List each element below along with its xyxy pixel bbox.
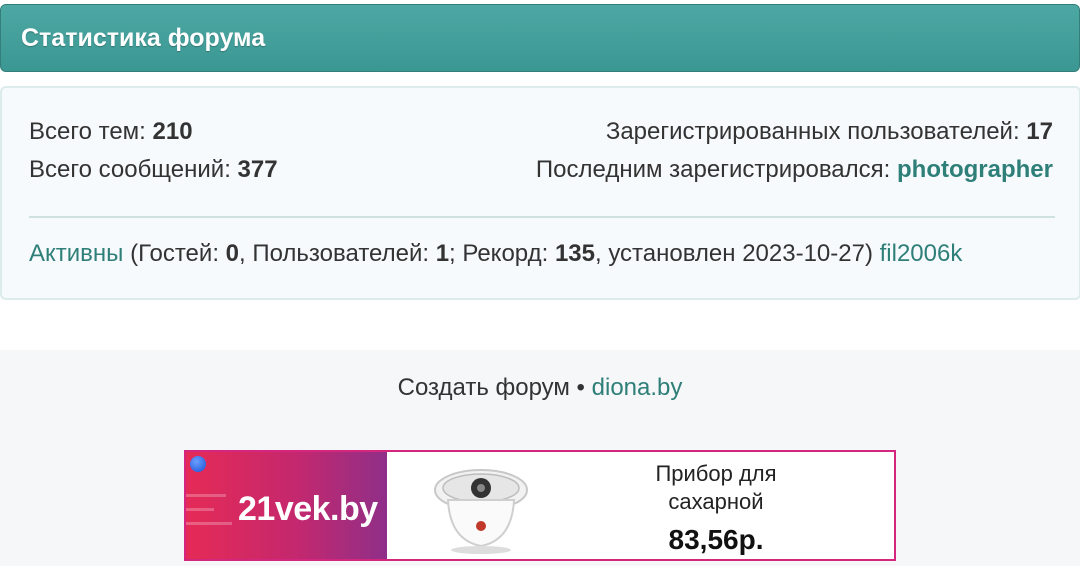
- total-messages-value: 377: [237, 156, 278, 183]
- registered-users-value: 17: [1026, 118, 1053, 145]
- ad-brand-logo: 21vek.by: [238, 490, 378, 528]
- ad-stripe: [186, 494, 226, 497]
- guests-count: 0: [225, 240, 240, 267]
- total-messages-label: Всего сообщений:: [29, 156, 238, 183]
- ad-brand-panel: 21vek.by: [186, 452, 387, 559]
- record-count: 135: [554, 240, 595, 267]
- stats-divider: [29, 216, 1055, 218]
- ad-stripe: [186, 508, 214, 511]
- create-forum-text: Создать форум: [397, 374, 570, 401]
- footer-separator: •: [569, 374, 592, 401]
- ad-price: 83,56р.: [668, 524, 764, 555]
- stats-panel: Всего тем: 210 Всего сообщений: 377 Заре…: [0, 86, 1080, 300]
- ad-product-line-2: сахарной: [668, 489, 764, 514]
- record-suffix: , установлен 2023-10-27): [594, 240, 880, 267]
- total-topics-label: Всего тем:: [29, 118, 153, 145]
- last-registered-user-link[interactable]: photographer: [897, 156, 1053, 183]
- diona-link[interactable]: diona.by: [592, 374, 683, 401]
- users-count: 1: [435, 240, 450, 267]
- active-users-line: Активны (Гостей: 0, Пользователей: 1; Ре…: [29, 240, 962, 268]
- total-messages: Всего сообщений: 377: [29, 156, 278, 184]
- total-topics: Всего тем: 210: [29, 118, 193, 146]
- ad-product-title: Прибор для сахарной: [606, 460, 826, 516]
- stats-title: Статистика форума: [21, 23, 266, 52]
- online-user-link[interactable]: fil2006k: [880, 240, 963, 267]
- footer: Создать форум • diona.by 21vek.by Прибор…: [0, 350, 1080, 566]
- last-registered-label: Последним зарегистрировался:: [535, 156, 897, 183]
- last-registered: Последним зарегистрировался: photographe…: [536, 156, 1053, 184]
- ad-info-icon[interactable]: [190, 456, 206, 472]
- record-prefix: ; Рекорд:: [449, 240, 555, 267]
- ad-banner[interactable]: 21vek.by Прибор для сахарной 83,56р.: [184, 450, 896, 561]
- ad-product-line-1: Прибор для: [655, 461, 777, 486]
- guests-prefix: (Гостей:: [123, 240, 226, 267]
- total-topics-value: 210: [152, 118, 193, 145]
- registered-users-label: Зарегистрированных пользователей:: [605, 118, 1027, 145]
- stats-header: Статистика форума: [0, 4, 1080, 72]
- ad-stripe: [186, 522, 232, 525]
- cotton-candy-machine-image: [434, 469, 528, 554]
- registered-users: Зарегистрированных пользователей: 17: [606, 118, 1053, 146]
- create-forum-line: Создать форум • diona.by: [0, 374, 1080, 402]
- active-users-link[interactable]: Активны: [29, 240, 123, 267]
- users-prefix: , Пользователей:: [239, 240, 436, 267]
